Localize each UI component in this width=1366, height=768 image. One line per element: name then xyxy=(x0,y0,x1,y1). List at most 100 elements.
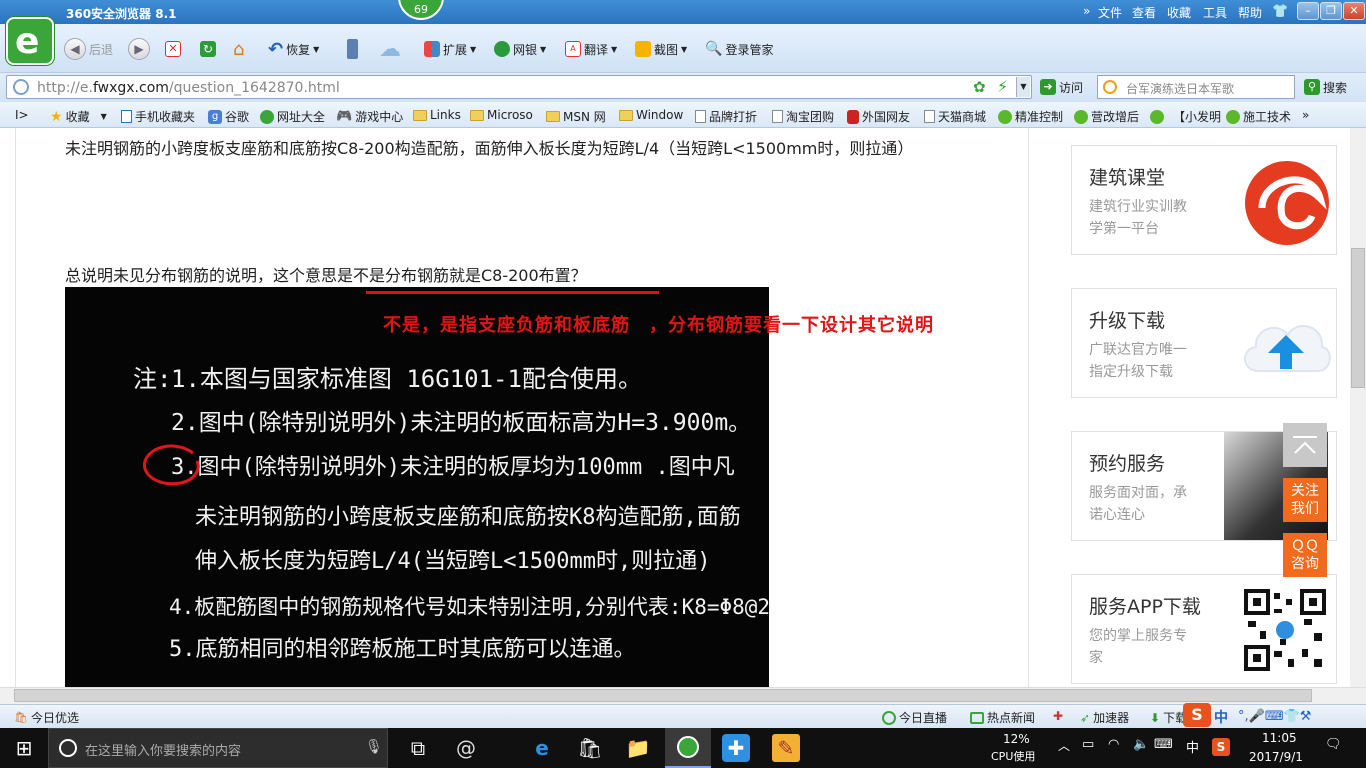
chevron-down-icon: ▼ xyxy=(611,44,618,54)
browser-logo: e xyxy=(6,17,54,65)
notification-badge[interactable]: 69 xyxy=(398,0,444,20)
ime-tools-icon[interactable]: °,🎤⌨👕⚒ xyxy=(1238,709,1311,724)
file-explorer-icon[interactable]: 📁 xyxy=(624,734,652,762)
vertical-scrollbar[interactable] xyxy=(1350,128,1366,687)
translate-icon: A xyxy=(565,41,581,57)
tray-expand-icon[interactable]: ︿ xyxy=(1058,737,1070,754)
back-arrow-icon: ◀ xyxy=(64,38,86,60)
wifi-icon[interactable]: ◠ xyxy=(1108,737,1119,752)
restore-button[interactable]: ❐ xyxy=(1320,2,1342,20)
go-button[interactable]: ➜ 访问 xyxy=(1040,76,1083,98)
favorites-toggle[interactable]: I> xyxy=(15,108,29,122)
note-5: 5.底筋相同的相邻跨板施工时其底筋可以连通。 xyxy=(169,637,636,662)
today-live[interactable]: 今日直播 xyxy=(882,709,947,726)
ime-mode[interactable]: 中 xyxy=(1214,707,1228,727)
task-view-icon[interactable]: ⧉ xyxy=(404,734,432,762)
fav-links[interactable]: Links xyxy=(413,108,461,122)
menu-favorites[interactable]: 收藏 xyxy=(1167,4,1191,21)
screenshot-button[interactable]: 截图 ▼ xyxy=(635,38,687,60)
clock-date[interactable]: 2017/9/1 xyxy=(1249,750,1303,764)
security-icon[interactable]: ✿ xyxy=(973,78,986,96)
card-building-class[interactable]: 建筑课堂 建筑行业实训教 学第一平台 xyxy=(1071,145,1337,255)
address-input[interactable]: http://e.fwxgx.com/question_1642870.html… xyxy=(6,75,1032,99)
chevron-down-icon: ▼ xyxy=(100,112,107,121)
horizontal-scroll-thumb[interactable] xyxy=(14,689,1312,702)
refresh-button[interactable]: ↻ xyxy=(200,38,216,60)
battery-icon[interactable]: ▭ xyxy=(1082,737,1094,752)
hot-news[interactable]: 热点新闻 xyxy=(970,709,1035,726)
restore-label: 恢复 xyxy=(286,42,311,57)
volume-icon[interactable]: 🔈 xyxy=(1133,737,1149,752)
tray-sogou-icon[interactable]: S xyxy=(1212,738,1230,756)
windows-start-icon[interactable]: ⊞ xyxy=(10,734,38,762)
scroll-top-button[interactable] xyxy=(1283,423,1327,467)
edge-icon[interactable]: e xyxy=(528,734,556,762)
menu-expand-icon[interactable]: » xyxy=(1083,4,1090,18)
skin-icon[interactable]: 👕 xyxy=(1272,4,1288,19)
fav-microsoft[interactable]: Microso xyxy=(470,108,533,122)
accelerator[interactable]: ➶ 加速器 xyxy=(1080,709,1129,726)
notes-app-icon[interactable]: ✎ xyxy=(772,734,800,762)
clock-time[interactable]: 11:05 xyxy=(1262,731,1297,745)
cloud-button[interactable]: ☁ xyxy=(379,37,401,62)
minimize-button[interactable]: – xyxy=(1297,2,1319,20)
restore-tab-button[interactable]: ↶ 恢复 ▼ xyxy=(268,38,319,60)
back-button[interactable]: ◀ 后退 xyxy=(64,38,113,60)
speed-mode-icon[interactable]: ⚡ xyxy=(997,77,1008,96)
tray-ime[interactable]: 中 xyxy=(1186,737,1199,756)
search-input[interactable]: 台军演练选日本军歌 xyxy=(1097,75,1295,99)
store-icon[interactable]: 🛍 xyxy=(576,734,604,762)
fav-google[interactable]: g 谷歌 xyxy=(208,108,249,125)
menu-tools[interactable]: 工具 xyxy=(1203,4,1227,21)
dropdown-arrow-icon[interactable]: ▼ xyxy=(1016,77,1030,97)
fav-tmall[interactable]: 天猫商城 xyxy=(924,108,986,125)
home-button[interactable]: ⌂ xyxy=(233,38,244,60)
fav-msn[interactable]: MSN 网 xyxy=(546,108,606,125)
fav-taobao[interactable]: 淘宝团购 xyxy=(772,108,834,125)
translate-button[interactable]: A 翻译 ▼ xyxy=(565,38,617,60)
today-picks[interactable]: 🛍 今日优选 xyxy=(14,709,79,726)
fav-vat[interactable]: 营改增后 xyxy=(1074,108,1139,125)
extend-button[interactable]: 扩展 ▼ xyxy=(424,38,476,60)
card-desc: 广联达官方唯一 xyxy=(1089,342,1187,358)
fav-urls[interactable]: 网址大全 xyxy=(260,108,325,125)
search-button[interactable]: ⚲ 搜索 xyxy=(1304,76,1347,98)
stop-button[interactable]: ✕ xyxy=(165,38,181,60)
notifications-icon[interactable]: 🗨 xyxy=(1325,737,1342,752)
qq-consult-button[interactable]: ＱＱ 咨询 xyxy=(1283,533,1327,577)
fav-invention[interactable]: 【小发明 xyxy=(1150,108,1221,125)
sogou-ime-icon[interactable]: S xyxy=(1183,703,1211,727)
card-upgrade-download[interactable]: 升级下载 广联达官方唯一 指定升级下载 xyxy=(1071,288,1337,398)
red-circle-mark xyxy=(143,444,200,486)
360-helper-icon[interactable]: ✚ xyxy=(722,734,750,762)
fav-precise[interactable]: 精准控制 xyxy=(998,108,1063,125)
fav-construction[interactable]: 施工技术 xyxy=(1226,108,1291,125)
phone-button[interactable] xyxy=(347,38,358,60)
card-desc: 诺心连心 xyxy=(1089,507,1145,523)
favorites-more[interactable]: » xyxy=(1302,108,1309,122)
fav-collect[interactable]: ★ 收藏 ▼ xyxy=(50,108,107,125)
add-plugin[interactable]: ✚ xyxy=(1053,709,1063,723)
fav-mobile[interactable]: 手机收藏夹 xyxy=(121,108,195,125)
download-status[interactable]: ⬇ 下载 xyxy=(1150,709,1187,726)
menu-view[interactable]: 查看 xyxy=(1132,4,1156,21)
forward-button[interactable]: ▶ xyxy=(128,38,150,60)
card-app-download[interactable]: 服务APP下载 您的掌上服务专 家 xyxy=(1071,574,1337,684)
keyboard-icon[interactable]: ⌨ xyxy=(1154,737,1173,752)
vertical-scroll-thumb[interactable] xyxy=(1351,248,1365,388)
menu-help[interactable]: 帮助 xyxy=(1238,4,1262,21)
menu-file[interactable]: 文件 xyxy=(1098,4,1122,21)
fav-foreign[interactable]: 外国网友 xyxy=(847,108,910,125)
fav-brand-discount[interactable]: 品牌打折 xyxy=(695,108,757,125)
fav-windows[interactable]: Window xyxy=(619,108,683,122)
netbank-button[interactable]: 网银 ▼ xyxy=(494,38,546,60)
login-manager-button[interactable]: 🔍 登录管家 xyxy=(705,38,773,60)
swirl-app-icon[interactable]: @ xyxy=(452,734,480,762)
close-button[interactable]: ✕ xyxy=(1343,2,1365,20)
taskbar-360-browser[interactable] xyxy=(665,728,711,768)
follow-us-button[interactable]: 关注 我们 xyxy=(1283,478,1327,522)
phone-icon xyxy=(347,39,358,59)
taskbar-search-input[interactable]: 在这里输入你要搜索的内容 🎙 xyxy=(48,728,388,768)
fav-games[interactable]: 🎮 游戏中心 xyxy=(336,108,403,125)
extend-label: 扩展 xyxy=(443,42,468,57)
